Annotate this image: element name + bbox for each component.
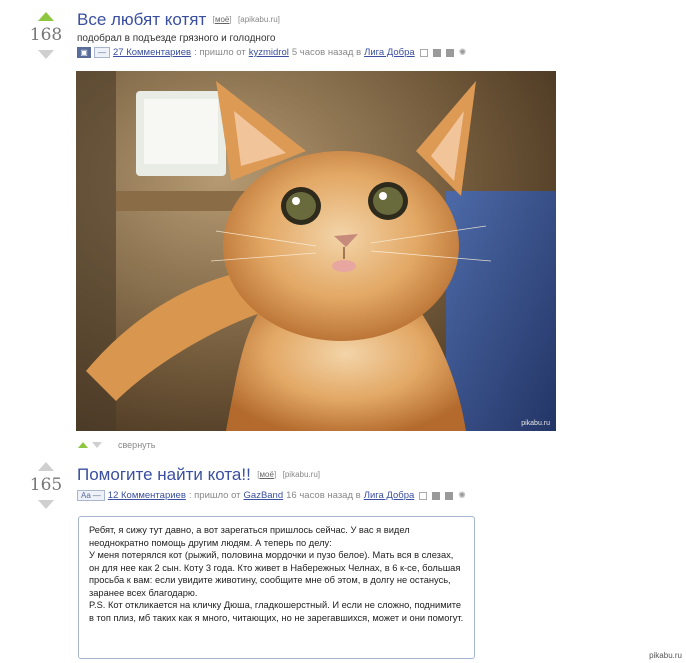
kitten-image [76,71,556,431]
kitten-photo[interactable]: pikabu.ru [76,71,556,431]
vote-block: 165 [28,462,64,509]
post-rating: 168 [29,25,63,45]
mini-upvote-icon[interactable] [78,442,88,448]
community-link[interactable]: Лига Добра [364,490,415,501]
story-paragraph: P.S. Кот откликается на кличку Дюша, гла… [89,600,464,623]
post-title[interactable]: Все любят котят [77,10,206,29]
vk-icon[interactable] [445,491,454,500]
tag-source[interactable]: [pikabu.ru] [283,470,320,479]
story-text-box: Ребят, я сижу тут давно, а вот зарегатьс… [78,516,475,659]
twitter-icon[interactable]: ✺ [458,490,466,501]
vote-block: 168 [28,12,64,59]
post-title[interactable]: Помогите найти кота!! [77,465,251,484]
from-label: : пришло от [194,47,246,58]
image-post-icon: ▣ [77,47,91,58]
collapse-link[interactable]: свернуть [118,440,155,450]
downvote-icon[interactable] [38,50,54,59]
story-paragraph: Ребят, я сижу тут давно, а вот зарегатьс… [89,525,410,548]
tag-source[interactable]: [apikabu.ru] [238,15,280,24]
community-link[interactable]: Лига Добра [364,47,415,58]
comments-link[interactable]: 12 Комментариев [108,490,186,501]
post-rating: 165 [29,475,63,495]
post-subtitle: подобрал в подъезде грязного и голодного [77,33,276,44]
save-icon[interactable] [419,491,428,500]
text-post-badge: Aa — [77,490,105,501]
twitter-icon[interactable]: ✺ [459,47,467,58]
comments-link[interactable]: 27 Комментариев [113,47,191,58]
post-header: Помогите найти кота!! [моё] [pikabu.ru] … [77,465,466,501]
tag-mine[interactable]: [моё] [257,470,276,479]
downvote-icon[interactable] [38,500,54,509]
upvote-icon[interactable] [38,12,54,21]
vk-icon[interactable] [445,48,454,57]
post-header: Все любят котят [моё] [apikabu.ru] подоб… [77,10,466,58]
upvote-icon[interactable] [38,462,54,471]
time-label: 5 часов назад в [291,47,362,58]
post-meta: ▣ — 27 Комментариев : пришло от kyzmidro… [77,47,466,58]
story-paragraph: У меня потерялся кот (рыжий, половина мо… [89,550,461,598]
image-watermark: pikabu.ru [521,420,550,427]
author-link[interactable]: kyzmidrol [249,47,289,58]
time-label: 16 часов назад в [286,490,361,501]
post-meta: Aa — 12 Комментариев : пришло от GazBand … [77,490,466,501]
mini-downvote-icon[interactable] [92,442,102,448]
collapse-bar: свернуть [78,440,155,450]
post-type-dropdown[interactable]: — [94,47,110,58]
facebook-icon[interactable] [432,48,441,57]
save-icon[interactable] [419,48,428,57]
from-label: : пришло от [188,490,241,501]
facebook-icon[interactable] [432,491,441,500]
site-watermark: pikabu.ru [649,651,682,660]
author-link[interactable]: GazBand [244,490,284,501]
tag-mine[interactable]: [моё] [213,15,232,24]
